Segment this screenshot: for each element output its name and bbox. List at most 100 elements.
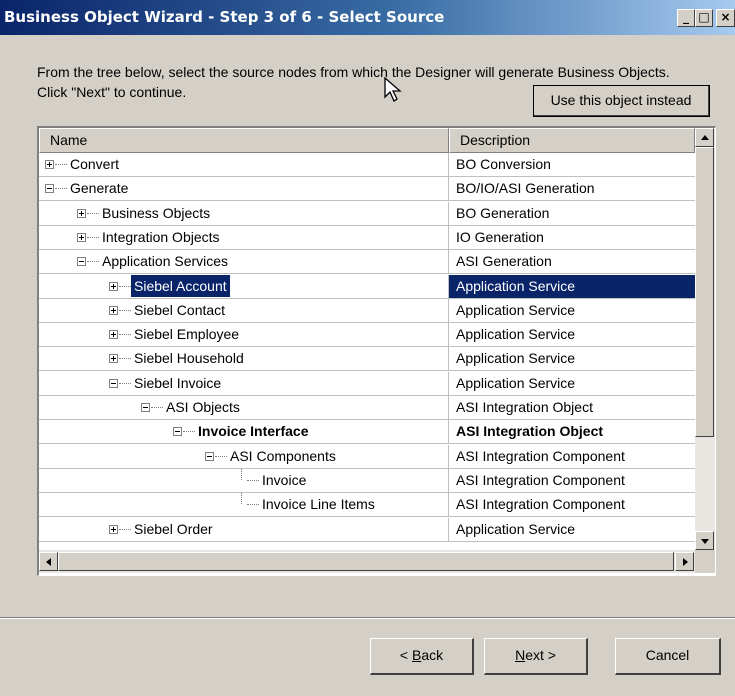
tree-node-label[interactable]: Business Objects [99, 202, 213, 224]
tree-row-description: Application Service [449, 347, 695, 372]
expand-icon[interactable] [109, 330, 118, 340]
scrollbar-corner [695, 550, 715, 573]
expand-icon[interactable] [109, 305, 118, 315]
tree-node-label[interactable]: Application Services [99, 250, 231, 272]
tree-connector-line [119, 528, 131, 530]
tree-row-name-cell: Siebel Order [39, 517, 449, 542]
vertical-scroll-thumb[interactable] [695, 147, 714, 437]
tree-node-label[interactable]: Siebel Invoice [131, 372, 224, 394]
tree-node-label[interactable]: Generate [67, 177, 131, 199]
scroll-right-icon[interactable] [675, 552, 694, 571]
tree-row-name-cell: ASI Objects [39, 396, 449, 420]
tree-row[interactable]: Integration Objects IO Generation [39, 225, 695, 250]
horizontal-scroll-thumb[interactable] [58, 552, 674, 571]
tree-connector-line [241, 468, 242, 480]
source-tree[interactable]: Name Description Convert BO Conversion Gen… [37, 126, 716, 576]
back-prefix: < [399, 647, 412, 663]
back-button[interactable]: < Back [370, 638, 474, 675]
tree-row[interactable]: Siebel Employee Application Service [39, 323, 695, 348]
tree-node-label[interactable]: Siebel Employee [131, 323, 242, 345]
tree-row[interactable]: ASI Objects ASI Integration Object [39, 396, 695, 420]
tree-node-label[interactable]: Siebel Contact [131, 299, 228, 321]
expand-icon[interactable] [109, 524, 118, 534]
tree-node-label[interactable]: ASI Components [227, 445, 339, 467]
tree-row[interactable]: Siebel Order Application Service [39, 517, 695, 542]
tree-node-label[interactable]: Siebel Order [131, 518, 216, 540]
tree-row[interactable]: ASI Components ASI Integration Component [39, 444, 695, 469]
tree-row-description: Application Service [449, 518, 695, 542]
tree-node-label[interactable]: ASI Objects [163, 396, 243, 418]
tree-row[interactable]: Siebel Contact Application Service [39, 298, 695, 323]
tree-row[interactable]: Application Services ASI Generation [39, 250, 695, 275]
tree-row[interactable]: Invoice Interface ASI Integration Object [39, 420, 695, 445]
back-accelerator: B [411, 647, 422, 663]
tree-row-description: BO Conversion [449, 153, 695, 177]
tree-row[interactable]: Siebel Household Application Service [39, 347, 695, 372]
tree-row[interactable]: Siebel Account Application Service [39, 274, 695, 299]
tree-row-description: ASI Integration Component [449, 445, 695, 469]
tree-row-description: Application Service [449, 323, 695, 348]
tree-connector-line [119, 358, 131, 360]
back-rest: ack [421, 647, 444, 663]
tree-connector-line [241, 493, 242, 505]
tree-row-name-cell: Siebel Account [39, 274, 449, 299]
expand-icon[interactable] [109, 354, 118, 364]
tree-row-name-cell: Siebel Invoice [39, 371, 449, 396]
tree-row[interactable]: Invoice ASI Integration Component [39, 468, 695, 493]
horizontal-scrollbar[interactable] [39, 550, 695, 573]
next-button[interactable]: Next > [484, 638, 588, 675]
collapse-icon[interactable] [141, 403, 150, 412]
column-header-description[interactable]: Description [449, 128, 695, 153]
tree-row-description: Application Service [449, 372, 695, 396]
tree-row-description: BO/IO/ASI Generation [449, 177, 695, 202]
expand-icon[interactable] [109, 281, 118, 291]
tree-connector-line [247, 479, 259, 481]
tree-connector-line [87, 261, 99, 263]
tree-row-name-cell: Invoice Interface [39, 420, 449, 445]
tree-node-label[interactable]: Invoice [259, 469, 309, 491]
cancel-button[interactable]: Cancel [615, 638, 721, 675]
tree-row[interactable]: Generate BO/IO/ASI Generation [39, 177, 695, 202]
collapse-icon[interactable] [205, 451, 214, 461]
expand-icon[interactable] [45, 160, 54, 169]
tree-row-description: Application Service [449, 299, 695, 323]
tree-row[interactable]: Convert BO Conversion [39, 153, 695, 177]
close-icon[interactable]: × [716, 9, 735, 27]
scroll-up-icon[interactable] [695, 128, 714, 147]
tree-connector-line [215, 455, 227, 457]
tree-node-label[interactable]: Invoice Interface [195, 420, 312, 442]
tree-node-label[interactable]: Integration Objects [99, 226, 223, 248]
tree-connector-line [87, 236, 99, 238]
tree-row[interactable]: Invoice Line Items ASI Integration Compon… [39, 493, 695, 518]
maximize-icon[interactable]: □ [695, 9, 713, 27]
collapse-icon[interactable] [45, 184, 54, 194]
scroll-down-icon[interactable] [695, 531, 714, 550]
column-header-name[interactable]: Name [39, 128, 449, 153]
tree-row-name-cell: Convert [39, 153, 449, 177]
vertical-scrollbar[interactable] [695, 128, 715, 550]
window-title: Business Object Wizard - Step 3 of 6 - S… [4, 8, 445, 26]
tree-node-label[interactable]: Siebel Household [131, 347, 247, 369]
separator-line [0, 617, 735, 619]
tree-row[interactable]: Business Objects BO Generation [39, 201, 695, 226]
expand-icon[interactable] [77, 232, 86, 242]
scroll-left-icon[interactable] [39, 552, 58, 571]
tree-row-name-cell: Siebel Employee [39, 323, 449, 348]
collapse-icon[interactable] [109, 378, 118, 388]
tree-row-name-cell: Generate [39, 177, 449, 202]
expand-icon[interactable] [77, 208, 86, 218]
tree-connector-line [55, 188, 67, 190]
tree-node-label[interactable]: Siebel Account [131, 274, 230, 297]
tree-row[interactable]: Siebel Invoice Application Service [39, 371, 695, 396]
tree-node-label[interactable]: Invoice Line Items [259, 493, 378, 515]
title-bar: Business Object Wizard - Step 3 of 6 - S… [0, 0, 735, 35]
tree-row-name-cell: Invoice [39, 468, 449, 493]
tree-row-description: ASI Generation [449, 250, 695, 275]
use-this-object-button[interactable]: Use this object instead [533, 85, 710, 117]
tree-node-label[interactable]: Convert [67, 153, 122, 175]
tree-row-description: ASI Integration Component [449, 469, 695, 493]
tree-row-description: ASI Integration Component [449, 493, 695, 518]
collapse-icon[interactable] [77, 257, 86, 267]
minimize-icon[interactable]: _ [677, 9, 695, 27]
collapse-icon[interactable] [173, 427, 182, 437]
